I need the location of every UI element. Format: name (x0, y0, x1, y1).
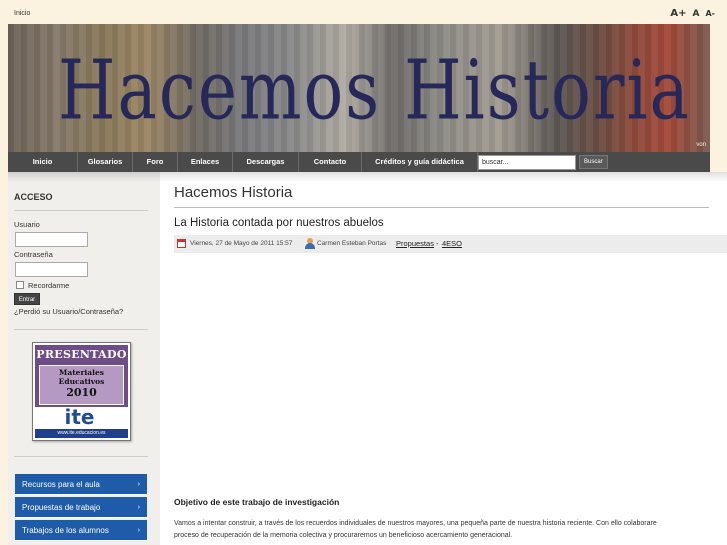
badge-top: PRESENTADO Materiales Educativos 2010 (35, 345, 128, 407)
menu-item-label: Propuestas de trabajo (22, 503, 101, 512)
category-link[interactable]: Propuestas (396, 239, 434, 248)
paragraph-line: proceso de recuperación de la memoria co… (174, 532, 513, 539)
subcategory-link[interactable]: 4ESO (442, 239, 462, 248)
section-title: Objetivo de este trabajo de investigació… (174, 497, 340, 507)
divider (14, 456, 148, 457)
article-meta: Viernes, 27 de Mayo de 2011 15:57 Carmen… (174, 235, 727, 253)
menu-trabajos-alumnos[interactable]: Trabajos de los alumnos › (15, 520, 147, 541)
article-paragraph: Vamos a intentar construir, a través de … (174, 518, 727, 542)
remember-checkbox[interactable] (16, 281, 24, 289)
nav-descargas[interactable]: Descargas (233, 152, 299, 172)
nav-glosarios[interactable]: Glosarios (78, 152, 133, 172)
menu-item-label: Recursos para el aula (22, 480, 100, 489)
password-field[interactable] (15, 262, 88, 277)
search-button[interactable]: Buscar (579, 155, 608, 169)
page-title: Hacemos Historia (174, 184, 293, 201)
username-label: Usuario (14, 220, 40, 229)
login-button[interactable]: Entrar (14, 293, 40, 305)
article-date: Viernes, 27 de Mayo de 2011 15:57 (190, 240, 293, 247)
badge-year: 2010 (66, 386, 97, 399)
top-bar: Inicio A+ A A- (0, 0, 727, 24)
password-label: Contraseña (14, 250, 53, 259)
font-size-controls: A+ A A- (670, 8, 715, 19)
menu-recursos-aula[interactable]: Recursos para el aula › (15, 474, 147, 495)
font-reset-button[interactable]: A (693, 9, 700, 19)
chevron-right-icon: › (137, 481, 140, 488)
font-increase-button[interactable]: A+ (670, 8, 686, 19)
nav-foro[interactable]: Foro (133, 152, 178, 172)
forgot-password-link[interactable]: ¿Perdió su Usuario/Contraseña? (14, 307, 123, 316)
banner-tag: von (696, 142, 706, 148)
badge-presentado: PRESENTADO (36, 348, 127, 361)
category-separator: - (436, 239, 439, 248)
remember-label: Recordarme (28, 281, 70, 290)
nav-creditos[interactable]: Créditos y guía didáctica (362, 152, 478, 172)
banner-title: Hacemos Historia (58, 42, 691, 139)
article-author: Carmen Esteban Portas (317, 240, 387, 247)
article-title: La Historia contada por nuestros abuelos (174, 217, 384, 229)
username-field[interactable] (15, 232, 88, 247)
header-banner: Hacemos Historia von (8, 24, 710, 152)
paragraph-line: Vamos a intentar construir, a través de … (174, 520, 657, 527)
user-icon (305, 238, 315, 249)
nav-inicio[interactable]: Inicio (8, 152, 78, 172)
main-nav: Inicio Glosarios Foro Enlaces Descargas … (8, 152, 710, 172)
badge-line1: Materiales (59, 368, 104, 377)
badge-url: www.ite.educacion.es (35, 429, 128, 438)
chevron-right-icon: › (137, 504, 140, 511)
search-input[interactable] (478, 154, 576, 170)
divider (174, 207, 709, 208)
calendar-icon (177, 239, 186, 248)
divider (14, 210, 148, 211)
badge-line2: Educativos (58, 377, 105, 386)
ite-award-badge[interactable]: PRESENTADO Materiales Educativos 2010 it… (32, 342, 131, 441)
breadcrumb[interactable]: Inicio (14, 10, 30, 17)
main-shade (160, 172, 727, 182)
menu-propuestas-trabajo[interactable]: Propuestas de trabajo › (15, 497, 147, 518)
sidebar: ACCESO Usuario Contraseña Recordarme Ent… (8, 172, 160, 545)
ite-logo-icon: ite (64, 405, 95, 429)
nav-enlaces[interactable]: Enlaces (178, 152, 233, 172)
badge-materiales: Materiales Educativos 2010 (39, 365, 124, 405)
menu-item-label: Trabajos de los alumnos (22, 526, 109, 535)
login-heading: ACCESO (14, 192, 53, 202)
divider (14, 329, 148, 330)
sidebar-shade (8, 172, 160, 182)
chevron-right-icon: › (137, 527, 140, 534)
nav-contacto[interactable]: Contacto (299, 152, 362, 172)
font-decrease-button[interactable]: A- (705, 9, 715, 18)
main-content: Hacemos Historia La Historia contada por… (160, 172, 727, 545)
